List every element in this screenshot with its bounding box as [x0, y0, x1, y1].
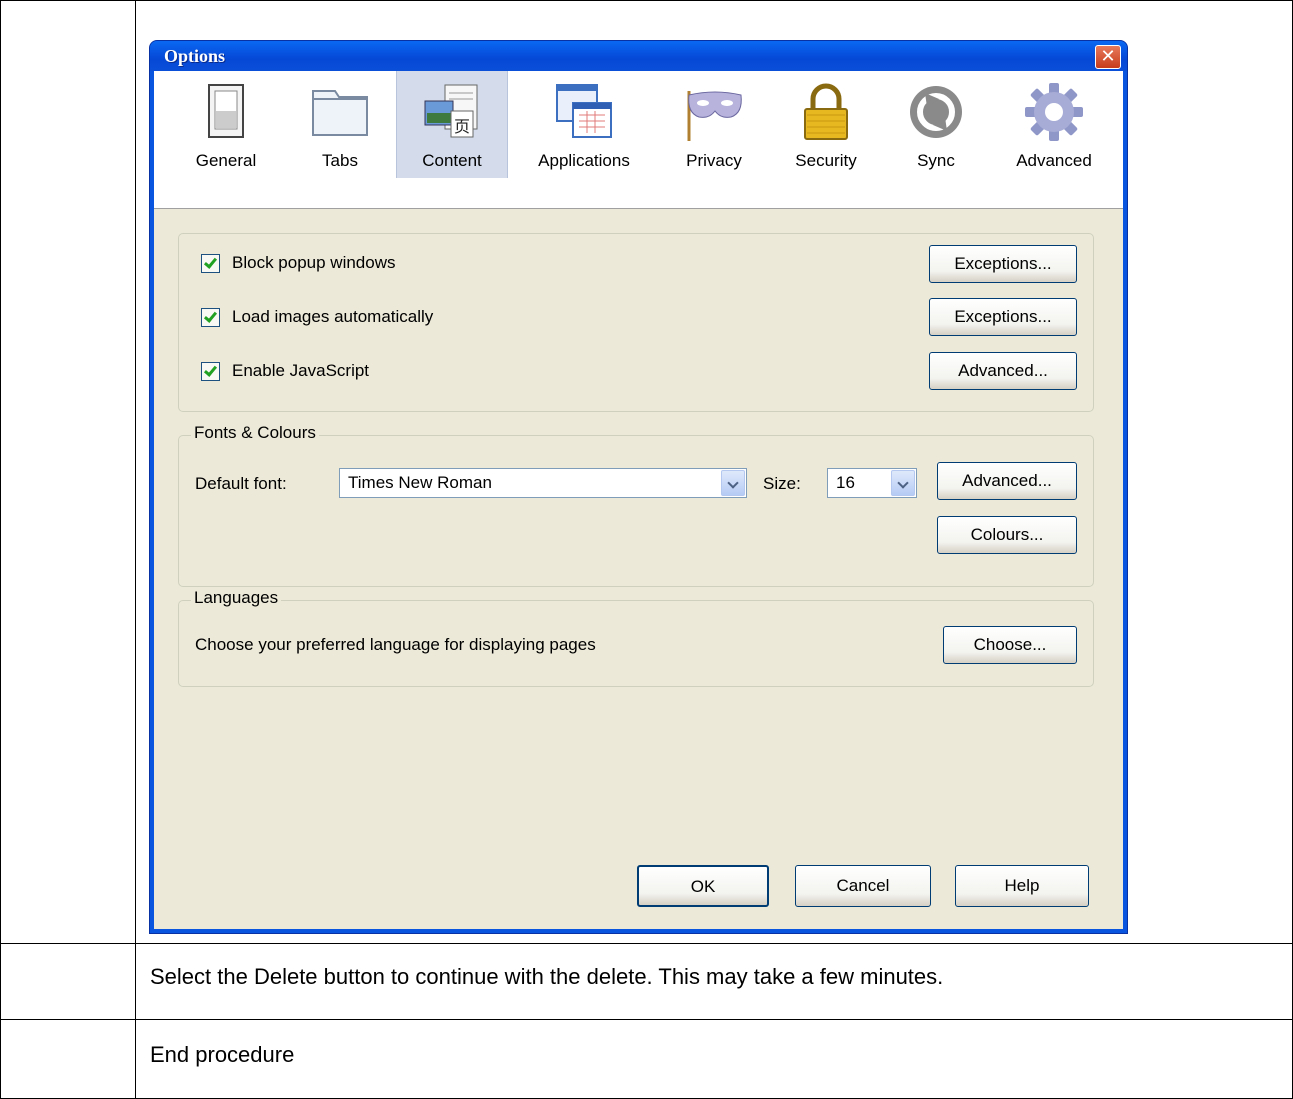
- checkbox-label: Block popup windows: [232, 253, 396, 272]
- tab-label: Content: [422, 151, 482, 170]
- chevron-down-icon[interactable]: [721, 470, 745, 496]
- tab-advanced[interactable]: Advanced: [996, 71, 1112, 178]
- default-font-label: Default font:: [195, 474, 287, 493]
- tab-label: Applications: [538, 151, 630, 170]
- choose-language-button[interactable]: Choose...: [943, 626, 1077, 664]
- tab-label: Tabs: [322, 151, 358, 170]
- tab-security[interactable]: Security: [776, 71, 876, 178]
- font-size-select[interactable]: 16: [827, 468, 917, 498]
- tab-label: General: [195, 151, 257, 170]
- fonts-colours-group: Fonts & Colours Default font: Times New …: [178, 423, 1094, 587]
- languages-legend: Languages: [191, 588, 282, 608]
- close-button[interactable]: ✕: [1095, 45, 1121, 69]
- dialog-title: Options: [164, 46, 226, 66]
- gear-icon: [1025, 83, 1083, 141]
- end-procedure-cell: End procedure: [135, 1019, 1293, 1099]
- step-instruction-cell: Select the Delete button to continue wit…: [135, 943, 1293, 1020]
- popup-exceptions-button[interactable]: Exceptions...: [929, 245, 1077, 283]
- size-label: Size:: [763, 474, 801, 493]
- fonts-advanced-button[interactable]: Advanced...: [937, 462, 1077, 500]
- content-icon: 页: [424, 84, 478, 138]
- ok-button[interactable]: OK: [637, 865, 769, 907]
- content-settings-group: Block popup windows Exceptions... Load i…: [178, 233, 1094, 412]
- help-button[interactable]: Help: [955, 865, 1089, 907]
- sync-icon: [910, 86, 962, 138]
- tab-general[interactable]: General: [176, 71, 276, 178]
- step-number-cell: [0, 1019, 136, 1099]
- colours-button[interactable]: Colours...: [937, 516, 1077, 554]
- privacy-mask-icon: [687, 91, 742, 141]
- checkbox-box[interactable]: [201, 308, 220, 327]
- svg-text:页: 页: [454, 117, 470, 136]
- tab-content[interactable]: 页 Content: [396, 71, 508, 178]
- javascript-advanced-button[interactable]: Advanced...: [929, 352, 1077, 390]
- preferences-toolbar: General Tabs 页 Content Applications Priv…: [154, 71, 1123, 209]
- close-icon: ✕: [1100, 46, 1116, 66]
- padlock-icon: [804, 83, 848, 140]
- options-dialog: Options ✕ General Tabs 页 Content Applica…: [150, 41, 1127, 933]
- checkbox-box[interactable]: [201, 254, 220, 273]
- languages-group: Languages Choose your preferred language…: [178, 588, 1094, 687]
- tab-sync[interactable]: Sync: [890, 71, 982, 178]
- tab-privacy[interactable]: Privacy: [664, 71, 764, 178]
- tab-applications[interactable]: Applications: [519, 71, 649, 178]
- tab-label: Security: [795, 151, 857, 170]
- checkbox-box[interactable]: [201, 362, 220, 381]
- cancel-button[interactable]: Cancel: [795, 865, 931, 907]
- step-number-cell: [0, 943, 136, 1020]
- checkbox-label: Load images automatically: [232, 307, 434, 326]
- font-size-value: 16: [836, 473, 855, 492]
- end-procedure-text: End procedure: [150, 1042, 295, 1067]
- checkbox-label: Enable JavaScript: [232, 361, 370, 380]
- general-icon: [208, 84, 244, 138]
- tabs-icon: [312, 90, 368, 136]
- applications-icon: [556, 84, 612, 138]
- default-font-select[interactable]: Times New Roman: [339, 468, 747, 498]
- step-number-cell: [0, 0, 136, 944]
- dialog-titlebar[interactable]: Options ✕: [150, 41, 1127, 71]
- fonts-colours-legend: Fonts & Colours: [191, 423, 319, 443]
- step-instruction-text: Select the Delete button to continue wit…: [150, 964, 944, 989]
- tab-label: Advanced: [1016, 151, 1092, 170]
- tab-label: Sync: [917, 151, 955, 170]
- dialog-client-area: General Tabs 页 Content Applications Priv…: [154, 71, 1123, 929]
- tab-label: Privacy: [686, 151, 742, 170]
- default-font-value: Times New Roman: [348, 473, 492, 492]
- chevron-down-icon[interactable]: [891, 470, 915, 496]
- tab-tabs[interactable]: Tabs: [286, 71, 394, 178]
- images-exceptions-button[interactable]: Exceptions...: [929, 298, 1077, 336]
- languages-description: Choose your preferred language for displ…: [195, 635, 596, 654]
